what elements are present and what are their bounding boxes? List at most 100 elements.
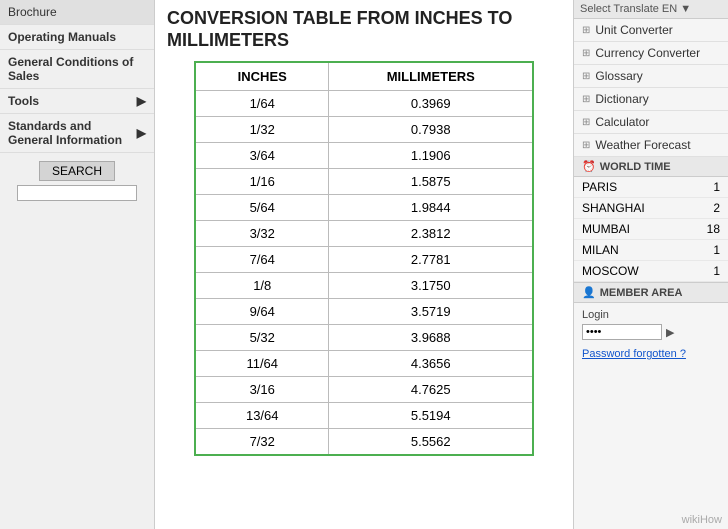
sidebar-item-general-conditions[interactable]: General Conditions of Sales — [0, 50, 154, 89]
world-time-row[interactable]: MOSCOW 1 — [574, 261, 728, 282]
mm-cell: 2.3812 — [329, 221, 533, 247]
world-time-row[interactable]: MUMBAI18 — [574, 219, 728, 240]
table-row: 1/320.7938 — [195, 117, 533, 143]
world-time-header: ⏰ WORLD TIME — [574, 157, 728, 177]
page-title: CONVERSION TABLE FROM INCHES TO MILLIMET… — [167, 8, 561, 51]
search-button[interactable]: SEARCH — [39, 161, 115, 181]
inches-cell: 7/64 — [195, 247, 329, 273]
right-panel-link[interactable]: ⊞Unit Converter — [574, 19, 728, 42]
inches-cell: 3/16 — [195, 377, 329, 403]
link-icon: ⊞ — [582, 71, 590, 82]
mm-cell: 3.5719 — [329, 299, 533, 325]
mm-cell: 2.7781 — [329, 247, 533, 273]
table-row: 1/83.1750 — [195, 273, 533, 299]
login-label: Login — [582, 309, 720, 321]
city-name: SHANGHAI — [582, 201, 645, 215]
arrow-icon: ▶ — [137, 94, 146, 108]
login-row: ▶ — [582, 324, 720, 340]
table-row: 11/644.3656 — [195, 351, 533, 377]
search-input[interactable] — [17, 185, 137, 201]
right-panel-link[interactable]: ⊞ Weather Forecast — [574, 134, 728, 157]
inches-cell: 3/64 — [195, 143, 329, 169]
mm-cell: 5.5562 — [329, 429, 533, 456]
table-row: 5/641.9844 — [195, 195, 533, 221]
link-label: Dictionary — [595, 92, 648, 106]
password-input[interactable] — [582, 324, 662, 340]
table-row: 1/640.3969 — [195, 91, 533, 117]
inches-cell: 1/64 — [195, 91, 329, 117]
table-row: 7/325.5562 — [195, 429, 533, 456]
sidebar-search: SEARCH — [0, 153, 154, 209]
inches-cell: 5/64 — [195, 195, 329, 221]
city-time: 2 — [713, 201, 720, 215]
mm-cell: 4.3656 — [329, 351, 533, 377]
page-header: CONVERSION TABLE FROM INCHES TO MILLIMET… — [155, 0, 573, 55]
link-icon: ⊞ — [582, 117, 590, 128]
col-mm-header: MILLIMETERS — [329, 62, 533, 91]
world-time-row[interactable]: PARIS 1 — [574, 177, 728, 198]
right-panel-link[interactable]: ⊞Currency Converter — [574, 42, 728, 65]
right-panel-link[interactable]: ⊞ Dictionary — [574, 88, 728, 111]
table-row: 3/641.1906 — [195, 143, 533, 169]
city-name: PARIS — [582, 180, 617, 194]
table-row: 5/323.9688 — [195, 325, 533, 351]
mm-cell: 0.3969 — [329, 91, 533, 117]
link-label: Weather Forecast — [595, 138, 690, 152]
sidebar-item-brochure[interactable]: Brochure — [0, 0, 154, 25]
clock-icon: ⏰ — [582, 160, 596, 173]
city-time: 1 — [713, 180, 720, 194]
link-icon: ⊞ — [582, 94, 590, 105]
table-area: INCHES MILLIMETERS 1/640.39691/320.79383… — [155, 55, 573, 529]
table-row: 1/161.5875 — [195, 169, 533, 195]
mm-cell: 3.1750 — [329, 273, 533, 299]
right-panel-top-bar: Select Translate EN ▼ — [574, 0, 728, 19]
city-time: 1 — [713, 264, 720, 278]
city-name: MUMBAI — [582, 222, 630, 236]
table-row: 3/322.3812 — [195, 221, 533, 247]
city-name: MOSCOW — [582, 264, 639, 278]
login-section: Login ▶ — [574, 303, 728, 346]
mm-cell: 4.7625 — [329, 377, 533, 403]
table-row: 9/643.5719 — [195, 299, 533, 325]
world-time-row[interactable]: SHANGHAI 2 — [574, 198, 728, 219]
inches-cell: 7/32 — [195, 429, 329, 456]
login-submit-icon[interactable]: ▶ — [666, 326, 674, 339]
right-panel-link[interactable]: ⊞ Calculator — [574, 111, 728, 134]
right-panel: Select Translate EN ▼ ⊞Unit Converter⊞Cu… — [573, 0, 728, 529]
mm-cell: 1.1906 — [329, 143, 533, 169]
inches-cell: 1/32 — [195, 117, 329, 143]
inches-cell: 11/64 — [195, 351, 329, 377]
table-row: 13/645.5194 — [195, 403, 533, 429]
city-name: MILAN — [582, 243, 619, 257]
inches-cell: 5/32 — [195, 325, 329, 351]
table-row: 3/164.7625 — [195, 377, 533, 403]
sidebar-item-operating-manuals[interactable]: Operating Manuals — [0, 25, 154, 50]
inches-cell: 1/8 — [195, 273, 329, 299]
world-time-row[interactable]: MILAN 1 — [574, 240, 728, 261]
col-inches-header: INCHES — [195, 62, 329, 91]
link-label: Calculator — [595, 115, 649, 129]
mm-cell: 0.7938 — [329, 117, 533, 143]
conversion-table: INCHES MILLIMETERS 1/640.39691/320.79383… — [194, 61, 534, 456]
inches-cell: 1/16 — [195, 169, 329, 195]
inches-cell: 9/64 — [195, 299, 329, 325]
right-panel-link[interactable]: ⊞Glossary — [574, 65, 728, 88]
link-icon: ⊞ — [582, 140, 590, 151]
password-forgotten-link[interactable]: Password forgotten ? — [574, 346, 728, 362]
world-time-rows: PARIS 1 SHANGHAI 2 MUMBAI18 MILAN 1 MOSCOW 1 — [574, 177, 728, 282]
member-area-header: 👤 MEMBER AREA — [574, 282, 728, 303]
sidebar-item-standards[interactable]: Standards and General Information ▶ — [0, 114, 154, 153]
inches-cell: 3/32 — [195, 221, 329, 247]
city-time: 1 — [713, 243, 720, 257]
member-icon: 👤 — [582, 286, 596, 299]
table-row: 7/642.7781 — [195, 247, 533, 273]
arrow-icon: ▶ — [137, 126, 146, 140]
mm-cell: 5.5194 — [329, 403, 533, 429]
inches-cell: 13/64 — [195, 403, 329, 429]
mm-cell: 3.9688 — [329, 325, 533, 351]
mm-cell: 1.5875 — [329, 169, 533, 195]
sidebar-item-tools[interactable]: Tools ▶ — [0, 89, 154, 114]
main-content: CONVERSION TABLE FROM INCHES TO MILLIMET… — [155, 0, 573, 529]
right-links-container: ⊞Unit Converter⊞Currency Converter⊞Gloss… — [574, 19, 728, 157]
link-icon: ⊞ — [582, 25, 590, 36]
